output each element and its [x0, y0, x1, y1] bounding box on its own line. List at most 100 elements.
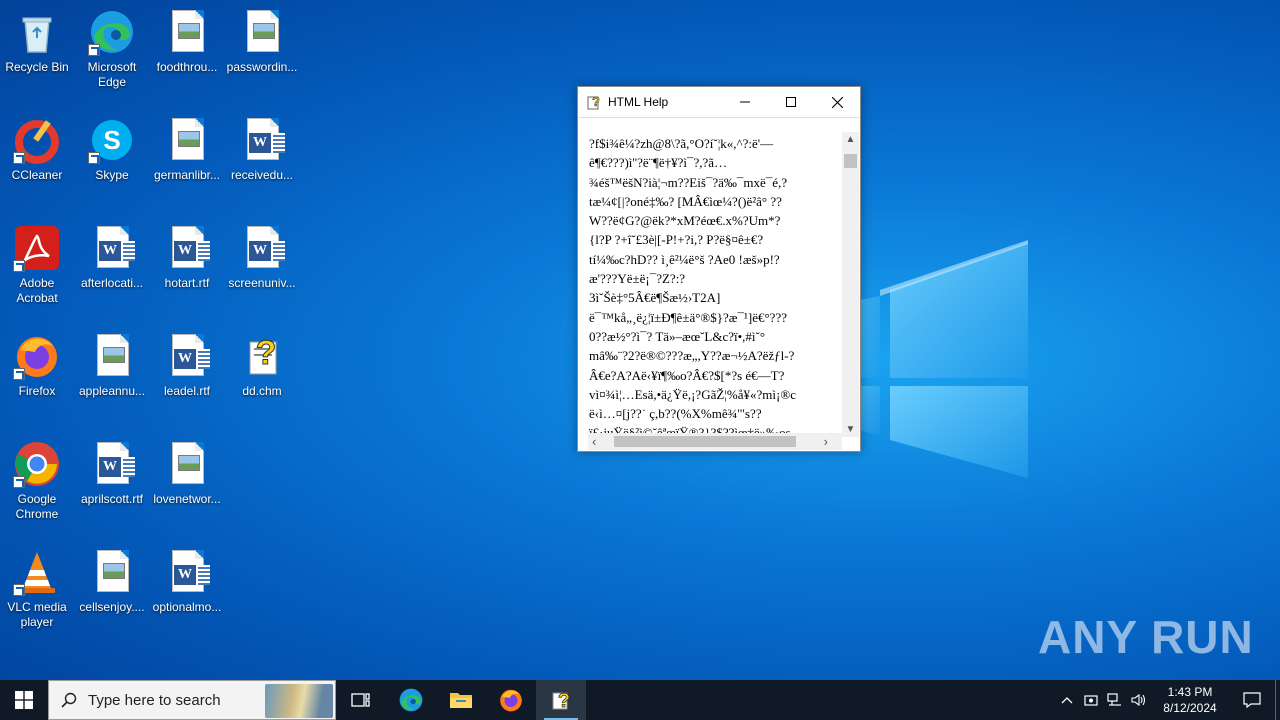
help-text-line: Â€e?A?Aë‹¥ï¶‰o?Â€?$[*?s é€—T? — [589, 367, 785, 383]
svg-text:S: S — [103, 125, 120, 155]
search-highlight-image — [265, 684, 333, 718]
taskbar-search-box[interactable]: Type here to search — [48, 680, 336, 720]
shortcut-arrow-icon — [13, 584, 25, 596]
vertical-scroll-thumb[interactable] — [844, 154, 857, 168]
taskbar-file-explorer[interactable] — [436, 680, 486, 720]
folder-icon — [450, 693, 472, 708]
help-text-line: vì¤¾ì¦…Esä,•ä¿Ÿë,¡?GãŽ¦%å¥«?mì¡®c — [589, 386, 796, 402]
action-center-button[interactable] — [1229, 680, 1275, 720]
volume-icon[interactable] — [1127, 680, 1151, 720]
desktop-icon-foodthrou[interactable]: foodthrou... — [149, 8, 225, 75]
desktop-icon-firefox[interactable]: Firefox — [0, 332, 75, 399]
help-garbled-text: ?f$i¾ê¼?zh@8\?ã,°O?í˘¦k«,^?:ë'— ê¶€???)ì'… — [589, 134, 839, 436]
desktop-icon-cellsenjoy[interactable]: cellsenjoy.... — [74, 548, 150, 615]
shortcut-arrow-icon — [13, 152, 25, 164]
desktop-icon-label: cellsenjoy.... — [79, 600, 145, 614]
show-desktop-button[interactable] — [1275, 680, 1280, 720]
desktop-icon-label: appleannu... — [78, 384, 146, 398]
anyrun-watermark: ANY RUN — [1038, 611, 1254, 663]
close-button[interactable] — [814, 87, 860, 117]
desktop-icon-passwordin[interactable]: passwordin... — [224, 8, 300, 75]
desktop-icon-google-chrome[interactable]: Google Chrome — [0, 440, 75, 522]
window-titlebar[interactable]: ? HTML Help — [578, 87, 860, 117]
help-text-line: ë¯™kå„¸ë¿¦ï±Ð¶ê±ä°®$}?æ¯¹]ë€°??? — [589, 309, 787, 325]
taskbar-html-help[interactable]: ? — [536, 680, 586, 720]
meet-now-icon[interactable] — [1079, 680, 1103, 720]
maximize-button[interactable] — [768, 87, 814, 117]
help-text-line: ¾éš™ëšN?ià¦¬m??Eiš¯?ä‰¯mxë¯é,? — [589, 174, 788, 190]
scroll-right-arrow-icon[interactable]: › — [824, 433, 828, 450]
skype-icon: S — [88, 116, 136, 164]
desktop-icon-germanlibr[interactable]: germanlibr... — [149, 116, 225, 183]
scroll-down-arrow-icon[interactable]: ▼ — [842, 424, 859, 435]
network-icon[interactable] — [1103, 680, 1127, 720]
desktop-icon-skype[interactable]: S Skype — [74, 116, 150, 183]
horizontal-scroll-thumb[interactable] — [614, 436, 796, 447]
taskbar-firefox[interactable] — [486, 680, 536, 720]
chevron-up-icon[interactable] — [1055, 680, 1079, 720]
desktop-icon-receivedu[interactable]: W receivedu... — [224, 116, 300, 183]
desktop-icon-label: Google Chrome — [15, 492, 59, 521]
desktop-icon-label: lovenetwor... — [153, 492, 221, 506]
taskbar-edge[interactable] — [386, 680, 436, 720]
desktop-icon-aprilscott[interactable]: W aprilscott.rtf — [74, 440, 150, 507]
windows-start-icon — [15, 691, 33, 709]
desktop-icon-lovenetwor[interactable]: lovenetwor... — [149, 440, 225, 507]
desktop-icon-label: germanlibr... — [153, 168, 221, 182]
shortcut-arrow-icon — [13, 260, 25, 272]
image-file-icon — [88, 548, 136, 596]
shortcut-arrow-icon — [88, 152, 100, 164]
shortcut-arrow-icon — [88, 44, 100, 56]
desktop-icon-dd-chm[interactable]: ? dd.chm — [224, 332, 300, 399]
search-icon — [61, 692, 77, 708]
help-text-line: tæ¼¢[|?oné‡‰? [MÂ€ìœ¼?()ë²â° ?? — [589, 193, 782, 209]
html-help-window[interactable]: ? HTML Help ?f$i¾ê¼?zh@8\?ã,°O?í˘¦k«,^?:… — [577, 86, 861, 452]
edge-icon — [399, 688, 423, 712]
help-book-icon: ? — [552, 690, 570, 712]
desktop-icon-afterlocati[interactable]: W afterlocati... — [74, 224, 150, 291]
desktop-icon-label: dd.chm — [242, 384, 282, 398]
help-content-pane[interactable]: ?f$i¾ê¼?zh@8\?ã,°O?í˘¦k«,^?:ë'— ê¶€???)ì'… — [579, 117, 859, 450]
shortcut-arrow-icon — [13, 476, 25, 488]
svg-text:?: ? — [558, 690, 570, 712]
scroll-left-arrow-icon[interactable]: ‹ — [592, 433, 596, 450]
window-title: HTML Help — [608, 95, 669, 109]
horizontal-scrollbar[interactable]: ‹ › — [588, 433, 842, 450]
firefox-icon — [13, 332, 61, 380]
firefox-icon — [500, 689, 522, 712]
ccleaner-icon — [13, 116, 61, 164]
start-button[interactable] — [0, 680, 48, 720]
desktop-icon-hotart[interactable]: W hotart.rtf — [149, 224, 225, 291]
svg-text:?: ? — [256, 334, 277, 372]
desktop-icon-recycle-bin[interactable]: Recycle Bin — [0, 8, 75, 75]
desktop-icon-appleannu[interactable]: appleannu... — [74, 332, 150, 399]
help-text-line: æ'???Yë±ë¡¯?Z?:? — [589, 271, 686, 287]
desktop-icon-adobe-acrobat[interactable]: Adobe Acrobat — [0, 224, 75, 306]
shortcut-arrow-icon — [13, 368, 25, 380]
desktop-icon-vlc[interactable]: VLC media player — [0, 548, 75, 630]
desktop-icon-microsoft-edge[interactable]: Microsoft Edge — [74, 8, 150, 90]
help-text-line: W??ë¢G?@ëk?*xM?éœ€.x%?Um*? — [589, 213, 781, 229]
help-text-line: {l?P ?+î˘£3è|[-P!+?i,? P?ë§¤ê±€? — [589, 232, 764, 248]
desktop-icon-leadel[interactable]: W leadel.rtf — [149, 332, 225, 399]
desktop-icon-label: receivedu... — [230, 168, 294, 182]
task-view-button[interactable] — [336, 680, 386, 720]
image-file-icon — [163, 116, 211, 164]
system-tray: 1:43 PM 8/12/2024 — [1055, 680, 1280, 720]
desktop-icon-ccleaner[interactable]: CCleaner — [0, 116, 75, 183]
word-document-icon: W — [163, 224, 211, 272]
desktop-icon-label: optionalmo... — [152, 600, 222, 614]
taskbar-clock[interactable]: 1:43 PM 8/12/2024 — [1151, 684, 1229, 716]
desktop-icon-optionalmo[interactable]: W optionalmo... — [149, 548, 225, 615]
scroll-up-arrow-icon[interactable]: ▲ — [842, 134, 859, 145]
desktop-icon-label: Firefox — [18, 384, 56, 398]
help-text-line: ë‹ì…¤[j??˙ ç,b??(%X%mê¾'"s?? — [589, 406, 762, 422]
minimize-button[interactable] — [722, 87, 768, 117]
help-text-line: tí¼‰c?hD?? ì¸ê²¼ë°š ?Ae0 !æš»p!? — [589, 251, 780, 267]
desktop-icon-label: VLC media player — [7, 600, 67, 629]
desktop-icon-screenuniv[interactable]: W screenuniv... — [224, 224, 300, 291]
vertical-scrollbar[interactable]: ▲ ▼ — [842, 132, 859, 437]
clock-time: 1:43 PM — [1167, 685, 1213, 699]
word-document-icon: W — [88, 440, 136, 488]
help-text-line: ê¶€???)ì''?ë¨¶ë†¥?ì¯?,?ã… — [589, 155, 728, 171]
